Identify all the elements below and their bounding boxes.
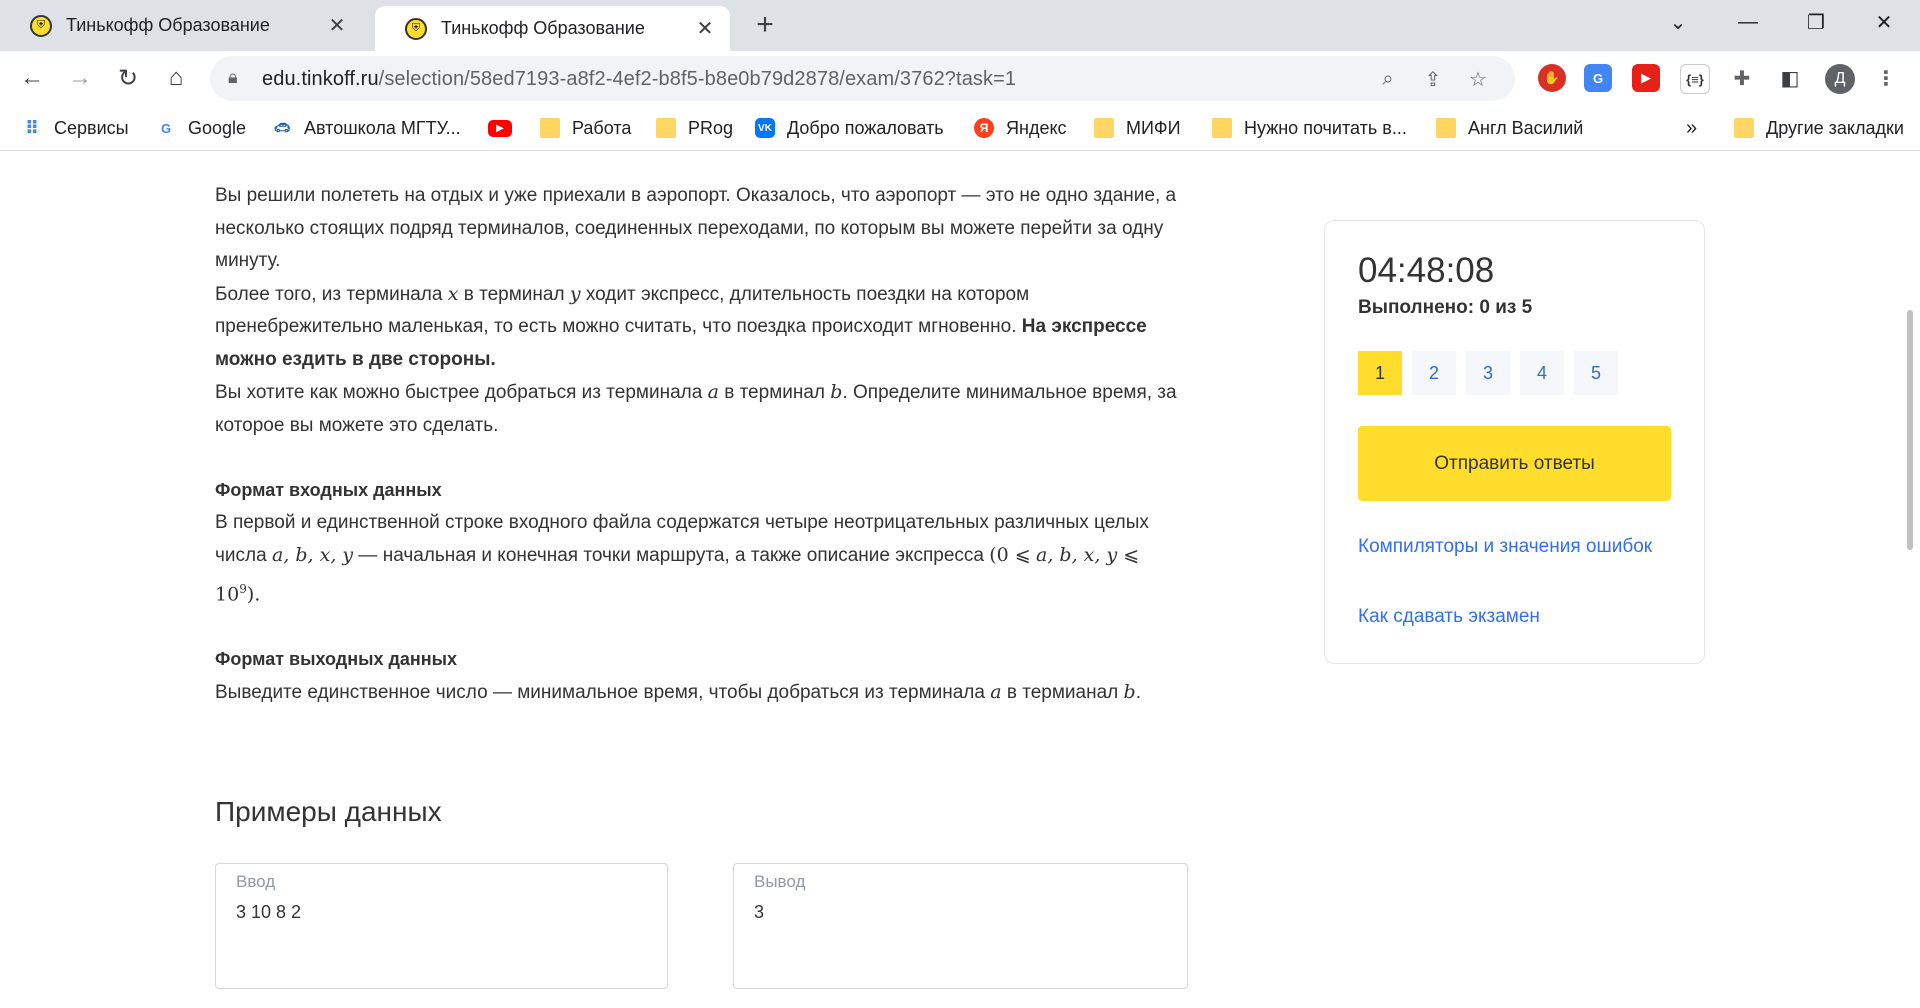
folder-icon	[1094, 118, 1114, 138]
profile-avatar[interactable]: Д	[1825, 64, 1855, 94]
home-icon[interactable]: ⌂	[158, 60, 194, 96]
bookmark-google[interactable]: G Google	[156, 116, 246, 140]
statement-paragraph: Более того, из терминала x в терминал y …	[215, 282, 1147, 370]
zoom-icon[interactable]: ⌕	[1375, 66, 1401, 92]
tab-title: Тинькофф Образование	[441, 18, 645, 38]
car-icon: 🚗︎	[273, 120, 291, 135]
browser-toolbar: ← → ↻ ⌂ 🔒︎ edu.tinkoff.ru/selection/58ed…	[0, 51, 1920, 106]
bookmark-read[interactable]: Нужно почитать в...	[1212, 116, 1407, 140]
example-output-box[interactable]: Вывод 3	[733, 863, 1188, 989]
progress-text: Выполнено: 0 из 5	[1358, 297, 1533, 318]
statement-paragraph: Вы решили полететь на отдых и уже приеха…	[215, 185, 1177, 271]
bookmark-label: Нужно почитать в...	[1244, 117, 1407, 138]
example-output-value[interactable]: 3	[754, 902, 1167, 923]
bookmark-label: PRog	[688, 117, 734, 138]
bookmark-label: Работа	[572, 117, 632, 138]
problem-statement: Вы решили полететь на отдых и уже приеха…	[215, 180, 1185, 709]
folder-icon	[1734, 118, 1754, 138]
page-scrollbar[interactable]	[1907, 310, 1913, 550]
bookmark-mifi[interactable]: МИФИ	[1094, 116, 1181, 140]
bookmarks-bar: ⠿ Сервисы G Google 🚗︎ Автошкола МГТУ... …	[0, 106, 1920, 151]
bookmark-rabota[interactable]: Работа	[540, 116, 631, 140]
side-panel-icon[interactable]: ◧	[1776, 64, 1804, 92]
window-close-button[interactable]: ✕	[1854, 0, 1914, 44]
tinkoff-favicon-icon: ⛨	[30, 14, 52, 37]
bookmark-autoschool[interactable]: 🚗︎ Автошкола МГТУ...	[272, 116, 461, 140]
task-button-1[interactable]: 1	[1358, 351, 1402, 395]
task-button-4[interactable]: 4	[1520, 351, 1564, 395]
adblock-extension-icon[interactable]: ✋	[1538, 64, 1566, 92]
url-text[interactable]: edu.tinkoff.ru/selection/58ed7193-a8f2-4…	[262, 68, 1016, 91]
bookmark-label: Автошкола МГТУ...	[304, 117, 461, 138]
minimize-button[interactable]: —	[1718, 0, 1778, 44]
folder-icon	[1436, 118, 1456, 138]
bookmark-english[interactable]: Англ Василий	[1436, 116, 1583, 140]
how-to-pass-exam-link[interactable]: Как сдавать экзамен	[1358, 603, 1658, 630]
bookmark-label: Другие закладки	[1766, 117, 1904, 138]
bookmark-label: Google	[188, 117, 247, 138]
compilers-errors-link[interactable]: Компиляторы и значения ошибок	[1358, 533, 1658, 560]
exam-sidebar-card: 04:48:08 Выполнено: 0 из 5 1 2 3 4 5 Отп…	[1324, 220, 1705, 664]
example-input-value[interactable]: 3 10 8 2	[236, 902, 647, 923]
countdown-timer: 04:48:08	[1358, 251, 1495, 290]
folder-icon	[1212, 118, 1232, 138]
vk-icon: VK	[755, 118, 775, 138]
example-input-label: Ввод	[236, 872, 276, 891]
statement-paragraph: Вы хотите как можно быстрее добраться из…	[215, 381, 1177, 436]
bookmark-label: Добро пожаловать	[787, 117, 944, 138]
folder-icon	[540, 118, 560, 138]
extensions-puzzle-icon[interactable]: ✚	[1728, 64, 1756, 92]
menu-kebab-icon[interactable]: ⋮	[1872, 64, 1900, 92]
bookmark-star-icon[interactable]: ☆	[1465, 66, 1491, 92]
close-icon[interactable]: ✕	[326, 15, 348, 37]
restore-button[interactable]: ❐	[1786, 0, 1846, 44]
back-icon[interactable]: ←	[14, 60, 50, 96]
close-icon[interactable]: ✕	[694, 18, 716, 40]
bookmark-youtube[interactable]: ▶	[488, 116, 524, 140]
apps-grid-icon: ⠿	[24, 117, 40, 138]
submit-answers-button[interactable]: Отправить ответы	[1358, 426, 1671, 501]
bookmark-label: Англ Василий	[1468, 117, 1584, 138]
youtube-extension-icon[interactable]: ▶	[1632, 64, 1660, 92]
youtube-icon: ▶	[488, 119, 512, 137]
address-bar[interactable]: 🔒︎ edu.tinkoff.ru/selection/58ed7193-a8f…	[210, 56, 1515, 101]
bookmark-other[interactable]: Другие закладки	[1734, 116, 1904, 140]
google-icon: G	[160, 120, 172, 136]
example-input-box[interactable]: Ввод 3 10 8 2	[215, 863, 668, 989]
bookmark-label: Сервисы	[54, 117, 129, 138]
bookmark-yandex[interactable]: Я Яндекс	[974, 116, 1067, 140]
output-format-text: Выведите единственное число — минимально…	[215, 680, 1141, 703]
tab-search-icon[interactable]: ⌄	[1648, 0, 1708, 44]
translate-extension-icon[interactable]: G	[1584, 64, 1612, 92]
tab-2[interactable]: ⛨ Тинькофф Образование ✕	[375, 6, 730, 51]
json-extension-icon[interactable]: {≡}	[1680, 64, 1710, 94]
folder-icon	[656, 118, 676, 138]
tab-strip: ⛨ Тинькофф Образование ✕ ⛨ Тинькофф Обра…	[0, 0, 1920, 51]
lock-icon[interactable]: 🔒︎	[228, 67, 238, 88]
new-tab-button[interactable]: +	[748, 8, 782, 42]
bookmark-prog[interactable]: PRog	[656, 116, 733, 140]
example-output-label: Вывод	[754, 872, 806, 891]
bookmark-vk[interactable]: VK Добро пожаловать	[755, 116, 944, 140]
yandex-icon: Я	[974, 118, 994, 138]
tinkoff-favicon-icon: ⛨	[405, 17, 427, 40]
examples-heading: Примеры данных	[215, 796, 442, 827]
task-button-3[interactable]: 3	[1466, 351, 1510, 395]
tab-1[interactable]: ⛨ Тинькофф Образование ✕	[0, 0, 362, 51]
task-button-5[interactable]: 5	[1574, 351, 1618, 395]
forward-icon[interactable]: →	[62, 60, 98, 96]
bookmark-label: Яндекс	[1006, 117, 1067, 138]
input-format-text: В первой и единственной строке входного …	[215, 511, 1149, 605]
bookmark-label: МИФИ	[1126, 117, 1181, 138]
tab-title: Тинькофф Образование	[66, 15, 270, 35]
task-button-2[interactable]: 2	[1412, 351, 1456, 395]
task-navigation: 1 2 3 4 5	[1358, 351, 1628, 395]
reload-icon[interactable]: ↻	[110, 60, 146, 96]
share-icon[interactable]: ⇪	[1420, 66, 1446, 92]
bookmarks-overflow-chevron-icon[interactable]: »	[1686, 116, 1697, 140]
bookmark-services[interactable]: ⠿ Сервисы	[22, 116, 129, 140]
output-format-heading: Формат выходных данных	[215, 649, 458, 670]
input-format-heading: Формат входных данных	[215, 480, 442, 500]
